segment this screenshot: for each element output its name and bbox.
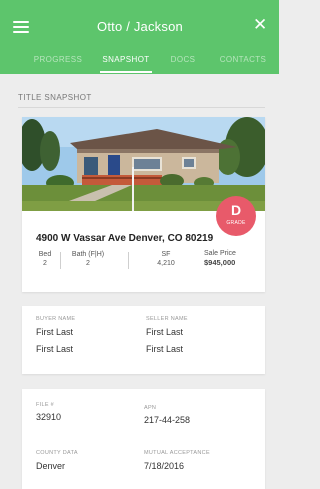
bath-label: Bath (F|H): [71, 251, 105, 258]
sale-price-label: Sale Price: [204, 250, 236, 257]
tab-snapshot[interactable]: SNAPSHOT: [94, 54, 158, 74]
parties-card: BUYER NAME First Last First Last SELLER …: [22, 306, 265, 374]
grade-badge: D GRADE: [216, 196, 256, 236]
sale-price-stat: Sale Price $945,000: [204, 249, 256, 268]
apn-value: 217-44-258: [144, 415, 191, 425]
mutual-acceptance-value: 7/18/2016: [144, 461, 185, 471]
bed-stat: Bed 2: [36, 250, 54, 269]
seller-label: SELLER NAME: [146, 316, 188, 322]
county-field: COUNTY DATA Denver: [36, 450, 78, 472]
bed-value: 2: [43, 260, 47, 267]
buyer-label: BUYER NAME: [36, 316, 76, 322]
property-card[interactable]: D GRADE 4900 W Vassar Ave Denver, CO 802…: [22, 117, 265, 292]
seller-name-2: First Last: [146, 344, 184, 354]
bath-stat: Bath (F|H) 2: [66, 250, 110, 269]
county-label: COUNTY DATA: [36, 450, 78, 456]
mutual-acceptance-field: MUTUAL ACCEPTANCE 7/18/2016: [144, 450, 210, 472]
stat-divider: [128, 252, 129, 269]
file-number-label: FILE #: [36, 402, 55, 408]
tab-bar: PROGRESS SNAPSHOT DOCS CONTACTS: [0, 54, 279, 74]
seller-field: SELLER NAME: [146, 316, 188, 323]
apn-label: APN: [144, 405, 157, 411]
sale-price-value: $945,000: [204, 258, 236, 267]
tab-progress[interactable]: PROGRESS: [20, 54, 96, 74]
buyer-field: BUYER NAME: [36, 316, 75, 323]
mutual-acceptance-label: MUTUAL ACCEPTANCE: [144, 450, 210, 456]
county-value: Denver: [36, 461, 66, 471]
buyer-name-2: First Last: [36, 344, 74, 354]
bath-value: 2: [86, 260, 90, 267]
page-title: Otto / Jackson: [97, 19, 183, 34]
app-header: Otto / Jackson ✕ PROGRESS SNAPSHOT DOCS …: [0, 0, 279, 74]
close-icon[interactable]: ✕: [253, 16, 267, 34]
bed-label: Bed: [38, 251, 52, 258]
tab-contacts[interactable]: CONTACTS: [207, 54, 279, 74]
section-divider: [18, 107, 265, 108]
seller-name-1: First Last: [146, 327, 184, 337]
grade-label: GRADE: [226, 220, 246, 226]
sf-value: 4,210: [157, 260, 175, 267]
file-number-field: FILE # 32910: [36, 402, 61, 423]
property-address: 4900 W Vassar Ave Denver, CO 80219: [36, 233, 214, 244]
buyer-name-1: First Last: [36, 327, 74, 337]
file-card: FILE # 32910 APN 217-44-258 COUNTY DATA …: [22, 389, 265, 489]
sf-stat: SF 4,210: [152, 250, 180, 269]
grade-letter: D: [230, 202, 242, 218]
apn-field: APN 217-44-258: [144, 405, 190, 426]
sf-label: SF: [161, 251, 171, 258]
file-number-value: 32910: [36, 412, 62, 422]
tab-docs[interactable]: DOCS: [160, 54, 206, 74]
menu-icon[interactable]: [13, 21, 29, 34]
stat-divider: [60, 252, 61, 269]
section-title: TITLE SNAPSHOT: [18, 93, 92, 102]
